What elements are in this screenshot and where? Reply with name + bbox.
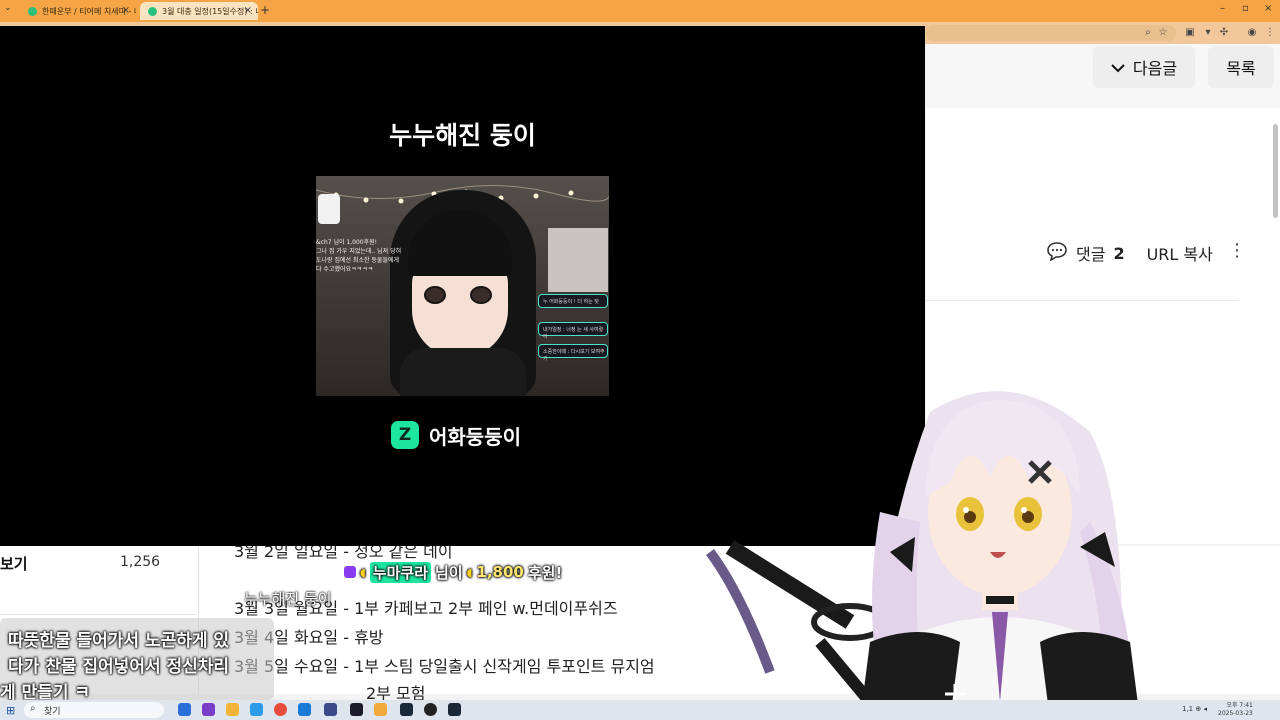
cheese-icon: ◖: [466, 565, 473, 579]
puzzle-icon[interactable]: ✣: [1218, 27, 1230, 39]
donor-name: 누마쿠라: [369, 561, 431, 583]
stream-card: 누 어화둥둥이 ! 더 하는 탓: [538, 294, 608, 308]
stream-chat-line: 다 수고했어요ㅋㅋㅋㅋ: [316, 266, 374, 273]
url-field[interactable]: [926, 25, 1176, 41]
stream-card: 소중한이때 : 다시보기 보여주기: [538, 344, 608, 362]
taskbar: [0, 700, 1280, 720]
close-icon[interactable]: ×: [244, 5, 252, 16]
chrome-icon[interactable]: [274, 703, 287, 716]
donation-amount-suffix: 후원!: [527, 563, 563, 582]
app-icon[interactable]: [424, 703, 437, 716]
folder-icon[interactable]: [226, 703, 239, 716]
more-menu-icon[interactable]: ⋮: [1264, 27, 1276, 39]
clock-date: 2025-03-23: [1218, 710, 1253, 717]
mini-avatar-icon: [318, 194, 340, 224]
wall-poster: [548, 228, 608, 292]
clock-time: 오후 7:41: [1226, 702, 1253, 709]
discord-icon[interactable]: [324, 703, 337, 716]
donation-echo-text: 누누해진 둥이: [244, 590, 332, 608]
sidebar-count: 1,256: [120, 554, 161, 570]
taskbar-clock[interactable]: 오후 7:41 2025-03-23: [1218, 702, 1253, 718]
stream-chat-line: 그나 집 가우 지었는데.. 님져 당혀: [316, 248, 402, 255]
taskbar-search[interactable]: 찾기: [24, 702, 164, 718]
comment-icon[interactable]: [1046, 241, 1068, 265]
character-hoodie: [400, 348, 526, 396]
donation-amount: 1,800: [476, 563, 524, 581]
list-label: 목록: [1226, 59, 1256, 78]
channel-badge: Z 어화둥둥이: [391, 421, 521, 449]
next-post-button[interactable]: 다음글: [1093, 46, 1195, 88]
minimize-button[interactable]: –: [1220, 3, 1225, 14]
tab-favicon: [28, 7, 37, 16]
divider: [926, 300, 1238, 301]
taskview-icon[interactable]: [178, 703, 191, 716]
comment-label[interactable]: 댓글: [1076, 241, 1105, 265]
edge-icon[interactable]: [250, 703, 263, 716]
heart-badge-icon: [344, 566, 356, 578]
profile-icon[interactable]: ◉: [1246, 27, 1258, 39]
tab-2[interactable]: 3월 대충 일정(15일수정) : 네이 ×: [140, 2, 258, 20]
new-tab-button[interactable]: +: [260, 3, 270, 17]
channel-name: 어화둥둥이: [429, 424, 521, 449]
window-close-button[interactable]: ×: [1264, 3, 1272, 14]
bookmark-star-icon[interactable]: ☆: [1157, 27, 1169, 39]
character-eye: [470, 286, 492, 304]
close-icon[interactable]: ×: [122, 5, 130, 16]
tab-favicon: [148, 7, 157, 16]
list-button[interactable]: 목록: [1208, 46, 1274, 88]
app-icon[interactable]: [350, 703, 363, 716]
sidebar-label[interactable]: 보기: [0, 553, 28, 574]
menu-icon[interactable]: ▾: [1202, 27, 1214, 39]
system-tray[interactable]: 1,1 ⊕ ◂: [1182, 705, 1207, 713]
stream-screenshot: &ch7 님이 1,000후원! 그나 집 가우 지었는데.. 님져 당혀 도나…: [316, 176, 609, 396]
alert-title: 누누해진 둥이: [389, 121, 536, 150]
maximize-button[interactable]: ▫: [1242, 3, 1249, 14]
app-icon[interactable]: [298, 703, 311, 716]
chat-line: 따뜻한물 들어가서 노곤하게 있: [8, 631, 230, 651]
stream-card: 내가일정 : 너정 는 새 사여렸어: [538, 322, 608, 340]
vtuber-avatar: [705, 391, 1140, 720]
tab-search-icon[interactable]: ⌄: [4, 3, 12, 13]
extension-icon[interactable]: ▣: [1184, 27, 1196, 39]
steam-icon[interactable]: [448, 703, 461, 716]
search-icon: ⌕: [30, 703, 36, 714]
scrollbar-thumb[interactable]: [1273, 124, 1278, 218]
windows-start-icon[interactable]: ⊞: [6, 704, 15, 717]
stream-chat: &ch7 님이 1,000후원! 그나 집 가우 지었는데.. 님져 당혀 도나…: [316, 238, 416, 274]
cheese-icon: ◖: [360, 565, 366, 579]
comment-count: 2: [1113, 243, 1125, 263]
url-copy-button[interactable]: URL 복사: [1147, 241, 1213, 265]
next-post-label: 다음글: [1132, 59, 1178, 78]
obs-icon[interactable]: [400, 703, 413, 716]
post-actions: 댓글 2 URL 복사: [1046, 240, 1213, 266]
schedule-line: 3월 5일 수요일 - 1부 스팀 당일출시 신작게임 투포인트 뮤지엄: [234, 657, 655, 676]
more-options-icon[interactable]: ⋮: [1228, 240, 1246, 261]
app-icon[interactable]: [202, 703, 215, 716]
divider: [0, 614, 196, 615]
stream-chat-line: &ch7 님이 1,000후원!: [316, 239, 378, 246]
tab-1[interactable]: 한때운부 / 티어메 치세미 - 내 ×: [20, 2, 136, 20]
chevron-down-icon: [1111, 58, 1125, 77]
chat-line: 다가 찬물 집어넣어서 정신차리: [8, 657, 230, 677]
donation-ticker: ◖ 누마쿠라 님이 ◖ 1,800 후원!: [344, 561, 563, 583]
app-icon[interactable]: [374, 703, 387, 716]
chzzk-logo-icon: Z: [391, 421, 419, 449]
zoom-icon[interactable]: ⌕: [1142, 27, 1154, 39]
donor-suffix: 님이: [435, 563, 463, 582]
character-eye: [424, 286, 446, 304]
stream-chat-line: 도나랑 집에선 최소한 동물들에게: [316, 257, 400, 264]
